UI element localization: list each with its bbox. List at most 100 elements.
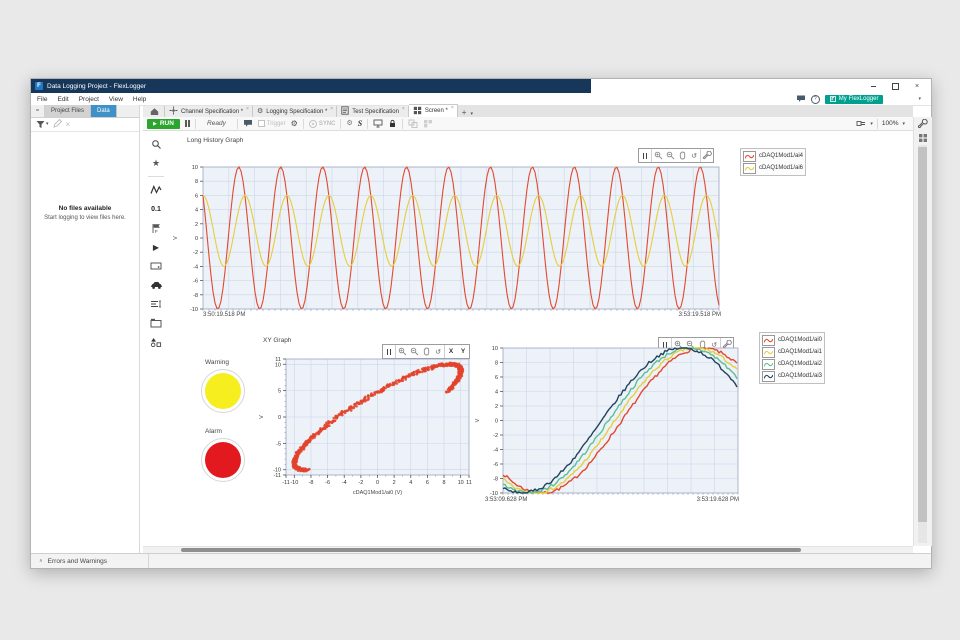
lh-y-tick: 4 bbox=[195, 208, 198, 214]
filter-button[interactable]: ▾ bbox=[36, 120, 49, 129]
tab-close-icon[interactable]: × bbox=[246, 106, 249, 112]
menu-item-help[interactable]: Help bbox=[133, 96, 146, 103]
y-axis-label: V bbox=[259, 415, 265, 419]
lh-y-tick: 2 bbox=[195, 222, 198, 228]
xy-y-tick: 0 bbox=[278, 415, 281, 421]
legend-item[interactable]: cDAQ1Mod1/ai1 bbox=[762, 346, 822, 358]
channel-icon bbox=[169, 106, 178, 117]
delete-button[interactable]: × bbox=[66, 120, 71, 129]
panel-tab-project-files[interactable]: Project Files bbox=[45, 105, 91, 117]
warning-indicator-label: Warning bbox=[205, 359, 229, 366]
legend-label: cDAQ1Mod1/ai0 bbox=[778, 337, 822, 343]
alarm-indicator bbox=[201, 438, 245, 482]
tab-screen[interactable]: Screen *× bbox=[409, 104, 458, 117]
lh-y-tick: -8 bbox=[193, 293, 198, 299]
feedback-bubble-icon[interactable] bbox=[796, 95, 806, 103]
menu-item-project[interactable]: Project bbox=[79, 96, 99, 103]
settings-gear-icon[interactable]: ⚙ bbox=[346, 120, 352, 128]
close-button[interactable]: × bbox=[907, 80, 927, 92]
menu-item-view[interactable]: View bbox=[109, 96, 123, 103]
alarm-flag-control-icon[interactable]: F bbox=[147, 221, 165, 235]
help-icon[interactable]: ? bbox=[811, 95, 820, 104]
add-note-icon[interactable] bbox=[243, 119, 253, 128]
maximize-button[interactable] bbox=[885, 80, 905, 92]
collapse-panel-button[interactable]: = bbox=[31, 105, 45, 117]
lh-y-tick: 10 bbox=[192, 165, 198, 171]
sync-icon bbox=[309, 120, 317, 128]
tab-container-control-icon[interactable] bbox=[147, 316, 165, 330]
legend-plot-icon bbox=[762, 371, 775, 382]
bottom-bar: ∧ Errors and Warnings bbox=[31, 553, 931, 568]
long-history-plot[interactable]: 1086420-2-4-6-8-10V bbox=[165, 157, 725, 315]
search-icon[interactable] bbox=[147, 137, 165, 151]
svg-text:F: F bbox=[155, 229, 158, 234]
legend-item[interactable]: cDAQ1Mod1/ai4 bbox=[743, 150, 803, 162]
maximize-icon bbox=[892, 83, 899, 90]
xy-plot[interactable]: -11-10-8-6-4-2024681011111050-5-10-11cDA… bbox=[255, 351, 481, 503]
lock-icon[interactable] bbox=[388, 119, 397, 128]
button-control-icon[interactable] bbox=[147, 259, 165, 273]
probe-caret-icon[interactable]: ▾ bbox=[870, 121, 873, 127]
probe-icon[interactable] bbox=[856, 119, 866, 128]
tab-test-specification[interactable]: Test Specification× bbox=[337, 106, 409, 117]
legend-item[interactable]: cDAQ1Mod1/ai6 bbox=[743, 162, 803, 174]
tab-channel-specification[interactable]: Channel Specification *× bbox=[165, 106, 253, 117]
time-graph-plot[interactable]: 1086420-2-4-6-8-10V bbox=[465, 340, 747, 510]
tab-close-icon[interactable]: × bbox=[402, 106, 405, 112]
favorites-star-icon[interactable]: ★ bbox=[147, 156, 165, 170]
tab-logging-specification[interactable]: ⚙Logging Specification *× bbox=[253, 106, 337, 117]
menu-overflow-caret-icon[interactable]: ▾ bbox=[918, 96, 921, 102]
new-tab-button[interactable]: + bbox=[458, 108, 471, 117]
legend-item[interactable]: cDAQ1Mod1/ai3 bbox=[762, 370, 822, 382]
tab-label: Screen * bbox=[425, 108, 448, 114]
monitor-icon[interactable] bbox=[373, 119, 383, 128]
left-panel-toolbar: ▾ × bbox=[31, 117, 139, 132]
pause-button[interactable] bbox=[185, 120, 190, 127]
zoom-caret-icon[interactable]: ▾ bbox=[902, 121, 905, 127]
xy-x-tick: -2 bbox=[358, 480, 363, 486]
minimize-button[interactable] bbox=[863, 80, 883, 92]
rename-button[interactable] bbox=[53, 119, 62, 130]
play-control-icon[interactable]: ▶ bbox=[147, 240, 165, 254]
panel-tab-data[interactable]: Data bbox=[91, 105, 117, 117]
menu-item-edit[interactable]: Edit bbox=[57, 96, 68, 103]
tab-close-icon[interactable]: × bbox=[330, 106, 333, 112]
wrench-icon[interactable] bbox=[918, 119, 928, 129]
numeric-control-icon[interactable]: 0.1 bbox=[147, 202, 165, 216]
vertical-scrollbar[interactable] bbox=[918, 145, 927, 543]
distribute-grid-icon[interactable] bbox=[423, 119, 433, 128]
y-axis-label: V bbox=[173, 236, 179, 240]
zoom-level[interactable]: 100% bbox=[882, 120, 899, 127]
text-entry-control-icon[interactable] bbox=[147, 297, 165, 311]
screen-grid-icon[interactable] bbox=[918, 133, 928, 143]
g2-y-tick: -8 bbox=[493, 477, 498, 483]
legend-item[interactable]: cDAQ1Mod1/ai2 bbox=[762, 358, 822, 370]
errors-warnings-toggle[interactable]: ∧ Errors and Warnings bbox=[31, 554, 149, 568]
vehicle-control-icon[interactable] bbox=[147, 278, 165, 292]
xy-x-tick: 10 bbox=[458, 480, 464, 486]
align-grid-icon[interactable] bbox=[408, 119, 418, 128]
trigger-checkbox[interactable]: Trigger bbox=[258, 120, 286, 127]
g2-y-tick: -4 bbox=[493, 448, 498, 454]
screen-canvas: ★ 0.1 F ▶ Long History Graph ↺ cDAQ1Mod1… bbox=[143, 131, 913, 546]
tab-close-icon[interactable]: × bbox=[451, 105, 454, 111]
legend-item[interactable]: cDAQ1Mod1/ai0 bbox=[762, 334, 822, 346]
shapes-control-icon[interactable] bbox=[147, 335, 165, 349]
xy-x-tick: 0 bbox=[376, 480, 379, 486]
lh-y-tick: 0 bbox=[195, 236, 198, 242]
home-tab[interactable] bbox=[143, 106, 165, 117]
legend-label: cDAQ1Mod1/ai1 bbox=[778, 349, 822, 355]
sync-button[interactable]: SYNC bbox=[309, 120, 336, 128]
lh-y-tick: -4 bbox=[193, 264, 198, 270]
my-flexlogger-button[interactable]: My FlexLogger bbox=[825, 95, 884, 104]
horizontal-scrollbar-thumb[interactable] bbox=[181, 548, 801, 552]
graph-control-icon[interactable] bbox=[147, 183, 165, 197]
trigger-settings-gear-icon[interactable]: ⚙ bbox=[291, 120, 298, 128]
palette-divider bbox=[148, 176, 164, 177]
autoscale-icon[interactable]: S bbox=[358, 119, 362, 128]
run-button[interactable]: ▶ RUN bbox=[147, 119, 180, 129]
alarm-indicator-label: Alarm bbox=[205, 428, 222, 435]
my-flexlogger-label: My FlexLogger bbox=[839, 96, 879, 102]
menu-item-file[interactable]: File bbox=[37, 96, 47, 103]
vertical-scrollbar-thumb[interactable] bbox=[918, 147, 927, 522]
